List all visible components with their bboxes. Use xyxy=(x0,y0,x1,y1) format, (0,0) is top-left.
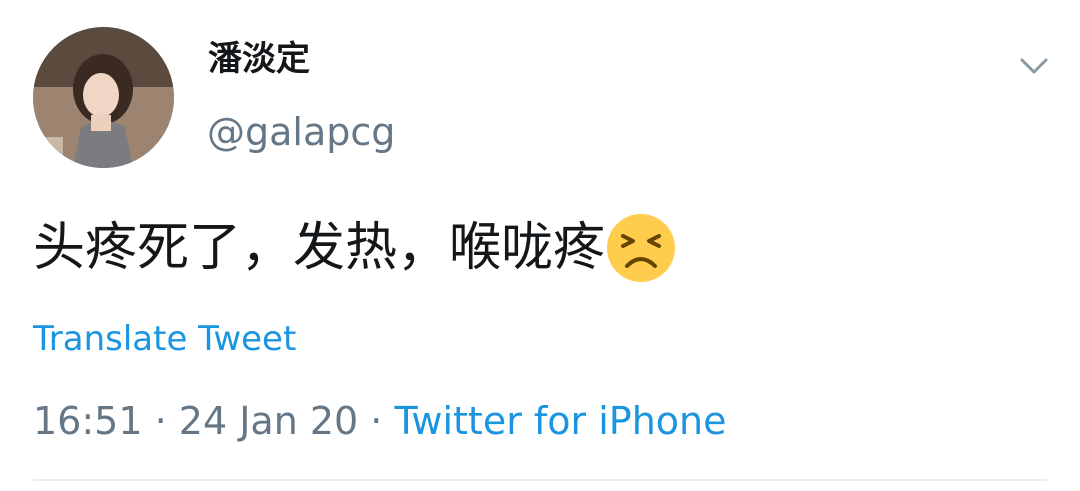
divider xyxy=(33,479,1047,481)
avatar[interactable] xyxy=(33,27,174,168)
user-handle[interactable]: @galapcg xyxy=(207,113,395,151)
tweet-source-link[interactable]: Twitter for iPhone xyxy=(394,399,726,443)
tweet-date[interactable]: 24 Jan 20 xyxy=(179,399,358,443)
tweet-time[interactable]: 16:51 xyxy=(33,399,143,443)
meta-separator: · xyxy=(358,399,395,443)
avatar-photo xyxy=(33,27,174,168)
chevron-down-icon[interactable] xyxy=(1015,50,1053,84)
tweet-meta: 16:51 · 24 Jan 20 · Twitter for iPhone xyxy=(33,402,727,440)
tweet-text-container: 头疼死了，发热，喉咙疼 xyxy=(33,212,677,284)
persevering-face-emoji-icon xyxy=(605,212,677,284)
translate-tweet-link[interactable]: Translate Tweet xyxy=(33,322,296,356)
tweet-text: 头疼死了，发热，喉咙疼 xyxy=(33,218,606,278)
display-name[interactable]: 潘淡定 xyxy=(208,42,310,76)
meta-separator: · xyxy=(142,399,179,443)
